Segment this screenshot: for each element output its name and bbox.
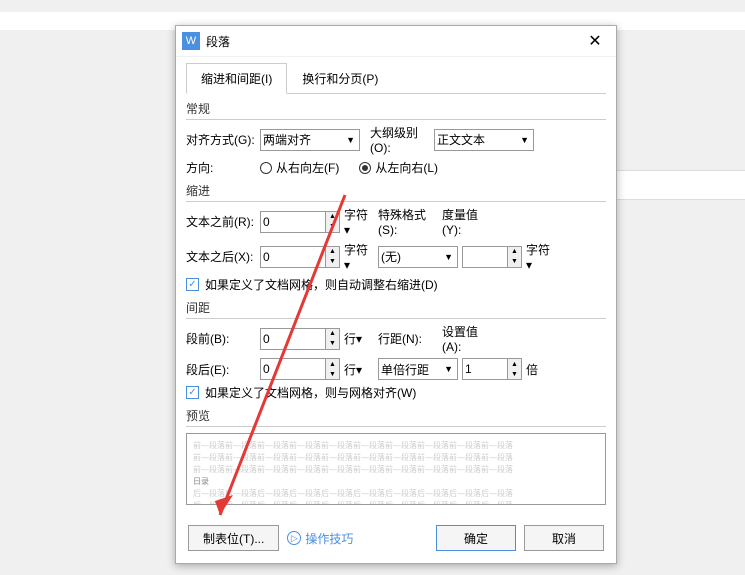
outline-label: 大纲级别(O):	[370, 124, 430, 155]
alignment-label: 对齐方式(G):	[186, 131, 256, 148]
space-after-spinner[interactable]: 0 ▲▼	[260, 358, 340, 380]
chevron-down-icon: ▼	[520, 135, 529, 145]
dialog-footer: 制表位(T)... ▷ 操作技巧 确定 取消	[176, 525, 616, 563]
space-after-label: 段后(E):	[186, 361, 256, 378]
at-spinner[interactable]: 1 ▲▼	[462, 358, 522, 380]
cancel-button[interactable]: 取消	[524, 525, 604, 551]
checkbox-checked-icon: ✓	[186, 278, 199, 291]
tips-link[interactable]: ▷ 操作技巧	[287, 530, 428, 547]
chevron-down-icon: ▼	[346, 135, 355, 145]
space-before-unit[interactable]: 行▾	[344, 330, 374, 347]
snap-to-grid-checkbox[interactable]: ✓ 如果定义了文档网格，则与网格对齐(W)	[186, 384, 416, 401]
spinner-up-icon[interactable]: ▲	[326, 212, 339, 222]
spinner-down-icon[interactable]: ▼	[508, 257, 521, 267]
measure-unit[interactable]: 字符▾	[526, 241, 556, 272]
space-after-unit[interactable]: 行▾	[344, 361, 374, 378]
outline-select[interactable]: 正文文本 ▼	[434, 129, 534, 151]
special-format-select[interactable]: (无) ▼	[378, 246, 458, 268]
section-spacing-title: 间距	[186, 299, 606, 319]
spinner-up-icon[interactable]: ▲	[508, 359, 521, 369]
alignment-select[interactable]: 两端对齐 ▼	[260, 129, 360, 151]
tabstops-button[interactable]: 制表位(T)...	[188, 525, 279, 551]
indent-after-label: 文本之后(X):	[186, 248, 256, 265]
chevron-down-icon: ▼	[444, 364, 453, 374]
indent-before-label: 文本之前(R):	[186, 213, 256, 230]
at-unit: 倍	[526, 361, 556, 378]
radio-icon	[260, 162, 272, 174]
info-icon: ▷	[287, 531, 301, 545]
spinner-down-icon[interactable]: ▼	[326, 339, 339, 349]
line-spacing-label: 行距(N):	[378, 330, 438, 347]
spinner-up-icon[interactable]: ▲	[326, 359, 339, 369]
chevron-down-icon: ▼	[444, 252, 453, 262]
tabs: 缩进和间距(I) 换行和分页(P)	[186, 63, 606, 94]
indent-before-spinner[interactable]: 0 ▲▼	[260, 211, 340, 233]
spinner-up-icon[interactable]: ▲	[326, 329, 339, 339]
measure-spinner[interactable]: ▲▼	[462, 246, 522, 268]
line-spacing-select[interactable]: 单倍行距 ▼	[378, 358, 458, 380]
dialog-body: 缩进和间距(I) 换行和分页(P) 常规 对齐方式(G): 两端对齐 ▼ 大纲级…	[176, 56, 616, 525]
indent-after-unit[interactable]: 字符▾	[344, 241, 374, 272]
space-before-spinner[interactable]: 0 ▲▼	[260, 328, 340, 350]
background-panel	[595, 170, 745, 200]
spinner-up-icon[interactable]: ▲	[326, 247, 339, 257]
indent-before-unit[interactable]: 字符▾	[344, 206, 374, 237]
checkbox-checked-icon: ✓	[186, 386, 199, 399]
indent-after-spinner[interactable]: 0 ▲▼	[260, 246, 340, 268]
spinner-down-icon[interactable]: ▼	[326, 222, 339, 232]
spinner-down-icon[interactable]: ▼	[326, 369, 339, 379]
preview-box: 前—段落前—段落前—段落前—段落前—段落前—段落前—段落前—段落前—段落前—段落…	[186, 433, 606, 505]
direction-radio-group: 从右向左(F) 从左向右(L)	[260, 159, 438, 176]
radio-icon-checked	[359, 162, 371, 174]
space-before-label: 段前(B):	[186, 330, 256, 347]
close-button[interactable]: ✕	[580, 29, 610, 53]
measure-label: 度量值(Y):	[442, 206, 492, 237]
ok-button[interactable]: 确定	[436, 525, 516, 551]
tab-indent-spacing[interactable]: 缩进和间距(I)	[186, 63, 287, 94]
direction-ltr-radio[interactable]: 从左向右(L)	[359, 159, 438, 176]
dialog-title: 段落	[206, 33, 580, 50]
app-icon: W	[182, 32, 200, 50]
special-format-label: 特殊格式(S):	[378, 206, 438, 237]
section-indent-title: 缩进	[186, 182, 606, 202]
paragraph-dialog: W 段落 ✕ 缩进和间距(I) 换行和分页(P) 常规 对齐方式(G): 两端对…	[175, 25, 617, 564]
at-label: 设置值(A):	[442, 323, 492, 354]
direction-label: 方向:	[186, 159, 256, 176]
section-general-title: 常规	[186, 100, 606, 120]
spinner-down-icon[interactable]: ▼	[326, 257, 339, 267]
section-preview-title: 预览	[186, 407, 606, 427]
spinner-up-icon[interactable]: ▲	[508, 247, 521, 257]
direction-rtl-radio[interactable]: 从右向左(F)	[260, 159, 339, 176]
spinner-down-icon[interactable]: ▼	[508, 369, 521, 379]
auto-adjust-indent-checkbox[interactable]: ✓ 如果定义了文档网格，则自动调整右缩进(D)	[186, 276, 438, 293]
tab-line-page-breaks[interactable]: 换行和分页(P)	[287, 63, 393, 94]
titlebar: W 段落 ✕	[176, 26, 616, 56]
